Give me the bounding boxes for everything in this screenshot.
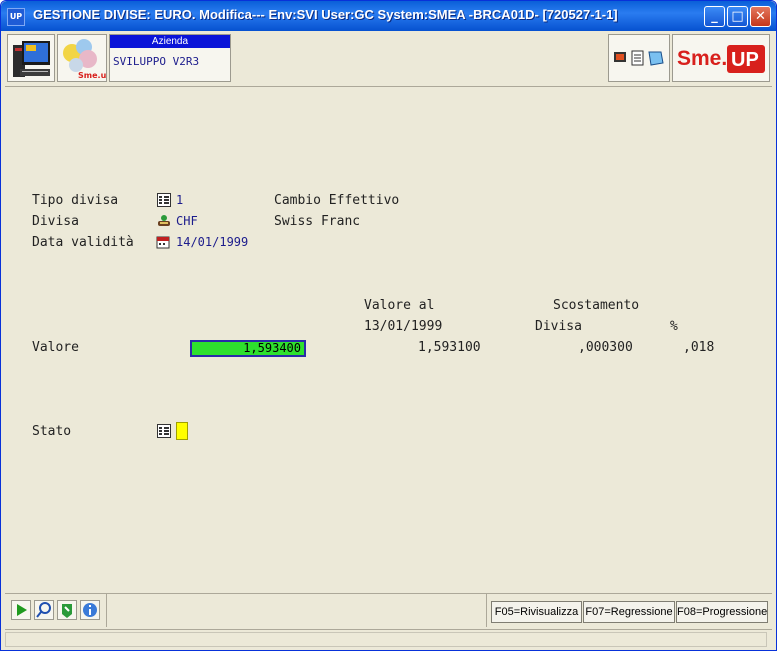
f05-rivisualizza-button[interactable]: F05=Rivisualizza — [491, 601, 582, 623]
toolbar: Sme.up Azienda SVILUPPO V2R3 — [5, 32, 772, 87]
utility-icons — [614, 50, 664, 66]
tipo-divisa-code[interactable]: 1 — [176, 193, 183, 207]
info-icon — [83, 603, 97, 617]
valore-al-value: 1,593100 — [418, 340, 481, 355]
smeup-small-text: Sme.up — [78, 71, 106, 80]
divisa-description: Swiss Franc — [274, 214, 361, 229]
book-icon[interactable] — [648, 51, 664, 66]
divisa-label: Divisa — [32, 214, 79, 229]
toolbar-divider — [5, 86, 772, 87]
divisa-code[interactable]: CHF — [176, 214, 198, 228]
computer-icon — [13, 41, 50, 77]
play-icon — [17, 604, 27, 616]
scostamento-percent-header: % — [670, 319, 678, 334]
maximize-button[interactable]: □ — [727, 6, 748, 27]
azienda-label: Azienda — [110, 35, 230, 48]
search-icon — [36, 602, 51, 618]
close-button[interactable]: ✕ — [750, 6, 771, 27]
scostamento-percent-value: ,018 — [683, 340, 715, 355]
title-bar[interactable]: UP GESTIONE DIVISE: EURO. Modifica--- En… — [1, 1, 776, 31]
command-bar: F05=Rivisualizza F07=Regressione F08=Pro… — [5, 593, 772, 627]
scostamento-divisa-value: ,000300 — [578, 340, 633, 355]
stato-input[interactable] — [176, 422, 188, 440]
smeup-logo-button[interactable]: Sme.up — [57, 34, 112, 82]
status-bar — [5, 629, 772, 649]
data-validita-label: Data validità — [32, 235, 134, 250]
window-title: GESTIONE DIVISE: EURO. Modifica--- Env:S… — [33, 7, 618, 22]
monitor-icon[interactable] — [614, 52, 626, 62]
scostamento-header: Scostamento — [553, 298, 640, 313]
minimize-button[interactable]: _ — [704, 6, 725, 27]
list-icon[interactable] — [157, 424, 171, 438]
smeup-gears-icon: Sme.up — [63, 39, 112, 80]
valore-al-date: 13/01/1999 — [364, 319, 443, 334]
search-button[interactable] — [34, 600, 54, 620]
azienda-box: Azienda SVILUPPO V2R3 — [109, 34, 231, 82]
list-icon[interactable] — [157, 193, 171, 207]
svg-text:Sme.: Sme. — [677, 47, 727, 70]
calendar-icon[interactable] — [156, 235, 170, 249]
scostamento-divisa-header: Divisa — [535, 319, 582, 334]
run-button[interactable] — [11, 600, 31, 620]
smeup-logo-icon: Sme. UP — [673, 35, 769, 81]
command-bar-divider — [106, 594, 107, 627]
tipo-divisa-label: Tipo divisa — [32, 193, 119, 208]
info-button[interactable] — [80, 600, 100, 620]
currency-icon[interactable] — [157, 214, 171, 228]
utility-icons-group — [608, 34, 670, 82]
export-icon — [62, 604, 72, 618]
f08-progressione-button[interactable]: F08=Progressione — [676, 601, 768, 623]
stato-label: Stato — [32, 424, 72, 439]
svg-text:UP: UP — [731, 49, 759, 71]
smeup-brand-logo: Sme. UP — [672, 34, 770, 82]
tipo-divisa-description: Cambio Effettivo — [274, 193, 400, 208]
valore-input[interactable]: 1,593400 — [190, 340, 306, 357]
app-icon[interactable]: UP — [7, 8, 25, 26]
command-bar-divider — [486, 594, 487, 627]
document-icon[interactable] — [631, 50, 644, 66]
azienda-value: SVILUPPO V2R3 — [113, 55, 200, 68]
data-validita-value[interactable]: 14/01/1999 — [176, 235, 248, 249]
valore-al-header: Valore al — [364, 298, 435, 313]
valore-label: Valore — [32, 340, 79, 355]
status-box — [5, 632, 767, 647]
export-button[interactable] — [57, 600, 77, 620]
f07-regressione-button[interactable]: F07=Regressione — [583, 601, 675, 623]
computer-icon-button[interactable] — [7, 34, 55, 82]
application-window: UP GESTIONE DIVISE: EURO. Modifica--- En… — [0, 0, 777, 651]
form-area: Tipo divisa 1 Cambio Effettivo Divisa CH… — [1, 89, 776, 591]
